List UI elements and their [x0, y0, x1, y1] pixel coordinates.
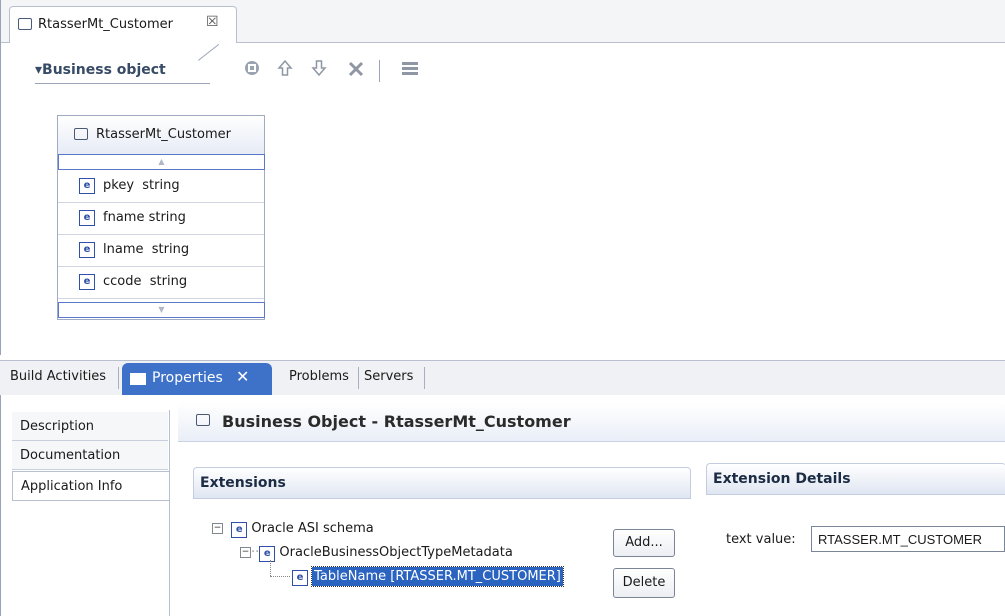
nav-label: Documentation — [20, 448, 121, 463]
close-tab-icon[interactable]: ☒ — [206, 14, 219, 30]
element-icon: e — [79, 178, 95, 194]
tab-properties-label: Properties — [152, 370, 223, 386]
attribute-type: string — [149, 274, 188, 289]
attribute-row[interactable]: e ccode string — [58, 266, 264, 299]
text-value-label: text value: — [726, 532, 796, 547]
element-icon: e — [231, 522, 248, 538]
element-icon: e — [292, 570, 308, 586]
scroll-down-button[interactable]: ▼ — [58, 302, 265, 318]
business-object-icon — [196, 414, 210, 426]
properties-title: Business Object - RtasserMt_Customer — [222, 412, 571, 431]
tree-connector — [270, 560, 272, 576]
attribute-name: ccode — [103, 274, 142, 289]
attribute-row[interactable]: e lname string — [58, 234, 264, 267]
business-object-header[interactable]: RtasserMt_Customer — [58, 116, 264, 155]
nav-documentation[interactable]: Documentation — [12, 441, 168, 470]
tab-build-activities[interactable]: Build Activities — [10, 369, 106, 384]
move-up-icon[interactable] — [277, 58, 293, 82]
nav-application-info[interactable]: Application Info — [12, 471, 169, 501]
extensions-title: Extensions — [200, 475, 286, 491]
view-tab-bar: Build Activities Properties ✕ Problems S… — [0, 360, 1005, 396]
properties-nav: Description Documentation Application In… — [12, 410, 170, 616]
add-button[interactable]: Add... — [613, 529, 675, 557]
delete-button[interactable]: Delete — [613, 568, 675, 598]
attribute-name: lname — [103, 242, 144, 257]
delete-icon[interactable] — [347, 58, 365, 82]
editor-area: RtasserMt_Customer ☒ ▾Business object Rt… — [0, 0, 1005, 355]
tab-properties[interactable]: Properties ✕ — [122, 363, 272, 395]
close-view-icon[interactable]: ✕ — [236, 367, 249, 386]
attribute-name: pkey — [103, 178, 135, 193]
tree-item-label: TableName [RTASSER.MT_CUSTOMER] — [311, 566, 564, 587]
text-value-input[interactable]: RTASSER.MT_CUSTOMER — [811, 526, 1005, 552]
section-underline-slant — [198, 43, 220, 61]
editor-tab[interactable]: RtasserMt_Customer ☒ — [9, 6, 237, 43]
nav-label: Application Info — [21, 479, 123, 494]
toolbar-separator — [379, 60, 380, 82]
attribute-row[interactable]: e fname string — [58, 202, 264, 235]
tab-servers[interactable]: Servers — [364, 369, 413, 384]
attribute-name: fname — [103, 210, 145, 225]
tree-item[interactable]: − e Oracle ASI schema — [212, 521, 374, 538]
add-attribute-icon[interactable] — [242, 58, 262, 82]
tab-problems[interactable]: Problems — [289, 369, 349, 384]
tab-separator — [118, 367, 119, 389]
collapse-icon[interactable]: − — [240, 547, 251, 558]
extension-details-section-header: Extension Details — [706, 463, 1005, 495]
properties-header: Business Object - RtasserMt_Customer — [178, 403, 1005, 442]
nav-label: Description — [20, 419, 95, 434]
layout-icon[interactable] — [400, 58, 420, 82]
collapse-icon[interactable]: − — [212, 523, 223, 534]
business-object-box[interactable]: RtasserMt_Customer ▲ e pkey string e fna… — [57, 115, 265, 320]
business-object-title: RtasserMt_Customer — [96, 127, 231, 142]
attribute-type: string — [142, 178, 180, 193]
section-underline — [35, 83, 210, 84]
tree-item-label: Oracle ASI schema — [251, 521, 374, 536]
business-object-icon — [18, 18, 32, 30]
attribute-type: string — [148, 210, 186, 225]
business-object-icon — [74, 128, 88, 140]
element-icon: e — [79, 242, 95, 258]
scroll-up-button[interactable]: ▲ — [58, 154, 265, 170]
properties-icon — [130, 373, 146, 385]
element-icon: e — [79, 274, 95, 290]
extension-details-title: Extension Details — [713, 471, 851, 487]
element-icon: e — [79, 210, 95, 226]
tab-separator — [358, 367, 359, 389]
tree-item-selected[interactable]: e TableName [RTASSER.MT_CUSTOMER] — [292, 566, 564, 587]
business-object-section-title[interactable]: ▾Business object — [35, 62, 166, 78]
editor-tab-bar: RtasserMt_Customer ☒ — [1, 0, 1005, 43]
tree-item-label: OracleBusinessObjectTypeMetadata — [279, 545, 513, 560]
nav-description[interactable]: Description — [12, 412, 168, 441]
element-icon: e — [259, 546, 276, 562]
editor-tab-label: RtasserMt_Customer — [38, 17, 173, 32]
tab-separator — [424, 367, 425, 389]
attribute-row[interactable]: e pkey string — [58, 170, 264, 203]
extensions-section-header: Extensions — [193, 467, 691, 499]
tree-connector — [270, 576, 290, 578]
move-down-icon[interactable] — [311, 58, 327, 82]
tree-item[interactable]: − ·· e OracleBusinessObjectTypeMetadata — [240, 545, 513, 562]
attribute-type: string — [151, 242, 190, 257]
